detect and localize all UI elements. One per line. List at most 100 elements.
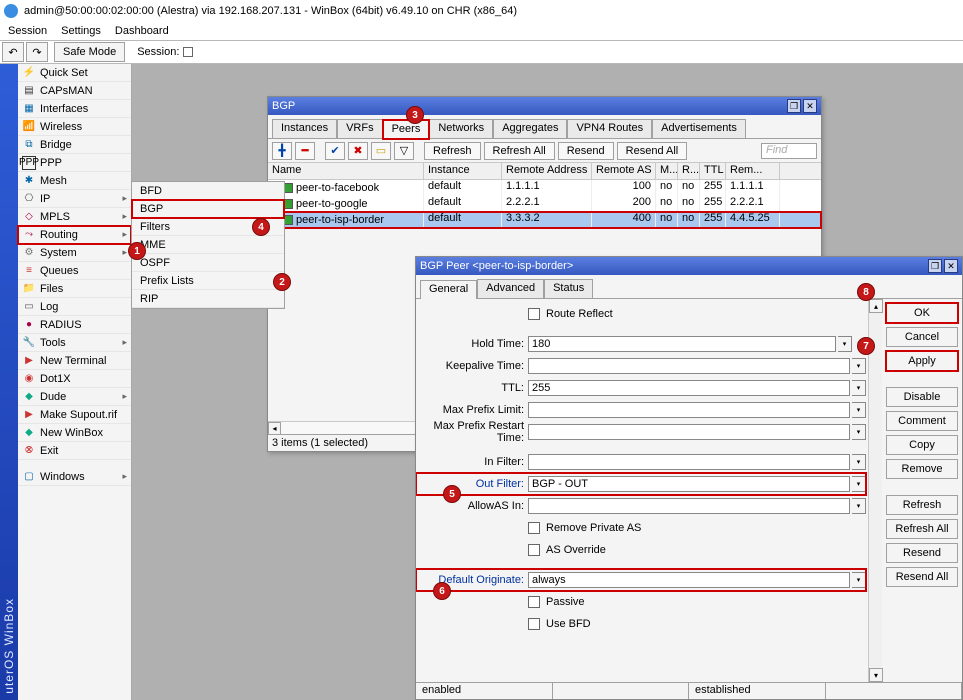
scroll-down-icon[interactable]: ▾ [869,668,883,682]
keepalive-dd[interactable]: ▾ [852,358,866,374]
comment-button[interactable]: ▭ [371,142,391,160]
out-filter-dd[interactable]: ▾ [852,476,866,492]
submenu-item-bfd[interactable]: BFD [132,182,284,200]
resend-all-button[interactable]: Resend All [617,142,688,160]
resend-button[interactable]: Resend [886,543,958,563]
remove-private-checkbox[interactable] [528,522,540,534]
max-prefix-input[interactable] [528,402,850,418]
sidebar-item-quick-set[interactable]: ⚡Quick Set [18,64,131,82]
callout-1: 1 [128,242,146,260]
resend-all-button[interactable]: Resend All [886,567,958,587]
tab-vpn4-routes[interactable]: VPN4 Routes [567,119,652,138]
peer-restore-icon[interactable]: ❐ [928,259,942,273]
sidebar-item-log[interactable]: ▭Log [18,298,131,316]
add-button[interactable]: ╋ [272,142,292,160]
tab-aggregates[interactable]: Aggregates [493,119,567,138]
in-filter-input[interactable] [528,454,850,470]
sidebar-item-bridge[interactable]: ⧉Bridge [18,136,131,154]
filter-button[interactable]: ▽ [394,142,414,160]
submenu-item-bgp[interactable]: BGP [132,200,284,218]
sidebar-item-files[interactable]: 📁Files [18,280,131,298]
cancel-button[interactable]: Cancel [886,327,958,347]
passive-checkbox[interactable] [528,596,540,608]
peer-tab-general[interactable]: General [420,280,477,299]
sidebar-item-queues[interactable]: ≡Queues [18,262,131,280]
find-input[interactable]: Find [761,143,817,159]
sidebar-item-tools[interactable]: 🔧Tools [18,334,131,352]
refresh-button[interactable]: Refresh [886,495,958,515]
peer-tab-advanced[interactable]: Advanced [477,279,544,298]
sidebar-item-mpls[interactable]: ◇MPLS [18,208,131,226]
sidebar-item-interfaces[interactable]: ▦Interfaces [18,100,131,118]
grid-header[interactable]: Name Instance Remote Address Remote AS M… [268,163,821,180]
menu-settings[interactable]: Settings [61,25,101,37]
tab-peers[interactable]: Peers [383,120,430,139]
disable-button[interactable]: ✖ [348,142,368,160]
peer-row[interactable]: peer-to-facebookdefault1.1.1.1100nono255… [268,180,821,196]
remove-button[interactable]: ━ [295,142,315,160]
resend-button[interactable]: Resend [558,142,614,160]
out-filter-input[interactable] [528,476,850,492]
sidebar-item-new-terminal[interactable]: ▶New Terminal [18,352,131,370]
redo-button[interactable]: ↷ [26,42,48,62]
hold-time-dd[interactable]: ▾ [838,336,852,352]
max-prefix-rt-input[interactable] [528,424,850,440]
bgp-restore-icon[interactable]: ❐ [787,99,801,113]
sidebar-item-dude[interactable]: ◆Dude [18,388,131,406]
use-bfd-checkbox[interactable] [528,618,540,630]
tab-advertisements[interactable]: Advertisements [652,119,746,138]
peer-tab-status[interactable]: Status [544,279,593,298]
sidebar-item-windows[interactable]: ▢Windows [18,468,131,486]
apply-button[interactable]: Apply [886,351,958,371]
tab-vrfs[interactable]: VRFs [337,119,383,138]
sidebar-item-wireless[interactable]: 📶Wireless [18,118,131,136]
sidebar-item-system[interactable]: ⚙System [18,244,131,262]
undo-button[interactable]: ↶ [2,42,24,62]
peer-titlebar[interactable]: BGP Peer <peer-to-isp-border> ❐✕ [416,257,962,275]
sidebar-item-ip[interactable]: ⎔IP [18,190,131,208]
sidebar-item-radius[interactable]: ●RADIUS [18,316,131,334]
remove-button[interactable]: Remove [886,459,958,479]
sidebar-item-exit[interactable]: ⮿Exit [18,442,131,460]
sidebar-item-make-supout.rif[interactable]: ▶Make Supout.rif [18,406,131,424]
sidebar-item-routing[interactable]: ⤳Routing [18,226,131,244]
sidebar-item-mesh[interactable]: ✱Mesh [18,172,131,190]
sidebar-item-new-winbox[interactable]: ◆New WinBox [18,424,131,442]
allowas-input[interactable] [528,498,850,514]
sidebar-item-capsman[interactable]: ▤CAPsMAN [18,82,131,100]
scroll-up-icon[interactable]: ▴ [869,299,883,313]
bgp-close-icon[interactable]: ✕ [803,99,817,113]
menu-dashboard[interactable]: Dashboard [115,25,169,37]
submenu-item-prefix-lists[interactable]: Prefix Lists [132,272,284,290]
default-originate-dd[interactable]: ▾ [852,572,866,588]
hold-time-input[interactable] [528,336,836,352]
safe-mode-button[interactable]: Safe Mode [54,42,125,62]
refresh-all-button[interactable]: Refresh All [886,519,958,539]
as-override-checkbox[interactable] [528,544,540,556]
refresh-button[interactable]: Refresh [424,142,481,160]
submenu-item-mme[interactable]: MME [132,236,284,254]
keepalive-input[interactable] [528,358,850,374]
menu-session[interactable]: Session [8,25,47,37]
peer-row[interactable]: peer-to-isp-borderdefault3.3.3.2400nono2… [268,212,821,228]
sidebar-item-ppp[interactable]: PPPPPP [18,154,131,172]
refresh-all-button[interactable]: Refresh All [484,142,555,160]
copy-button[interactable]: Copy [886,435,958,455]
form-vscroll[interactable]: ▴▾ [868,299,882,682]
ttl-dd[interactable]: ▾ [852,380,866,396]
enable-button[interactable]: ✔ [325,142,345,160]
submenu-item-rip[interactable]: RIP [132,290,284,308]
tab-networks[interactable]: Networks [429,119,493,138]
tab-instances[interactable]: Instances [272,119,337,138]
submenu-item-ospf[interactable]: OSPF [132,254,284,272]
route-reflect-checkbox[interactable] [528,308,540,320]
ttl-input[interactable] [528,380,850,396]
sidebar-item-dot1x[interactable]: ◉Dot1X [18,370,131,388]
bgp-titlebar[interactable]: BGP ❐✕ [268,97,821,115]
peer-row[interactable]: peer-to-googledefault2.2.2.1200nono2552.… [268,196,821,212]
peer-close-icon[interactable]: ✕ [944,259,958,273]
disable-button[interactable]: Disable [886,387,958,407]
ok-button[interactable]: OK [886,303,958,323]
default-originate-input[interactable] [528,572,850,588]
comment-button[interactable]: Comment [886,411,958,431]
